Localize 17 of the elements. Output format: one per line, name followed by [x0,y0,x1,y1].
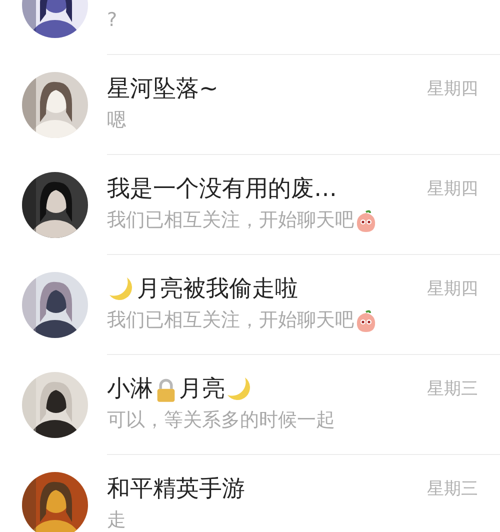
contact-name: 我是一个没有用的废… [107,175,337,204]
message-time: 星期四 [427,178,478,201]
message-time: 星期三 [427,378,478,401]
message-time: 星期四 [427,78,478,101]
message-preview: 我们已相互关注，开始聊天吧 [107,208,354,234]
contact-name: 和平精英手游 [107,475,245,504]
message-preview: ? [107,8,118,34]
message-time: 星期三 [427,478,478,501]
message-preview: 可以，等关系多的时候一起 [107,408,335,434]
message-preview: 嗯 [107,108,126,134]
message-preview: 我们已相互关注，开始聊天吧 [107,308,354,334]
contact-name: 星河坠落~ [107,75,218,104]
contact-name: 月亮 [179,375,225,404]
message-preview: 走 [107,508,126,532]
message-time: 星期四 [427,278,478,301]
contact-name: 小淋 [107,375,153,404]
contact-name: 月亮被我偷走啦 [137,275,298,304]
